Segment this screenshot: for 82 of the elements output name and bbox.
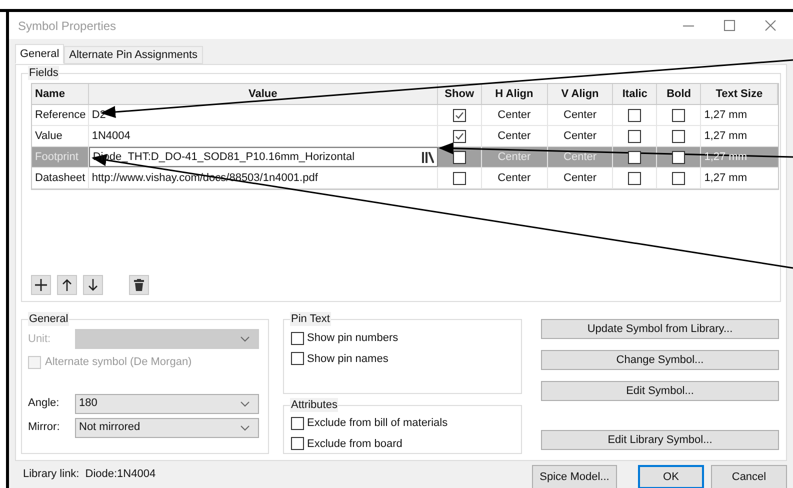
table-cell: Center xyxy=(482,105,548,125)
arrow-down-icon xyxy=(88,279,98,291)
column-header[interactable]: Bold xyxy=(657,84,702,104)
column-header[interactable]: V Align xyxy=(548,84,614,104)
action-button[interactable]: Change Symbol... xyxy=(541,350,779,370)
checkbox-label: Alternate symbol (De Morgan) xyxy=(45,355,192,370)
mirror-dropdown[interactable]: Not mirrored xyxy=(75,418,259,438)
table-cell: Center xyxy=(482,168,548,188)
tab[interactable]: Alternate Pin Assignments xyxy=(64,46,203,64)
checkbox-label: Show pin names xyxy=(307,352,388,366)
checkbox[interactable] xyxy=(628,150,642,164)
table-cell-text: 1,27 mm xyxy=(703,129,748,144)
table-cell: Center xyxy=(548,147,614,167)
table-cell: Center xyxy=(482,147,548,167)
checkbox[interactable] xyxy=(452,150,466,164)
minimize-icon[interactable] xyxy=(683,24,694,26)
group-title: Attributes xyxy=(290,398,338,412)
delete-button[interactable] xyxy=(129,275,149,295)
dialog-button[interactable]: Cancel xyxy=(711,465,787,488)
add-button[interactable] xyxy=(31,275,51,295)
column-header[interactable]: Show xyxy=(438,84,482,104)
table-cell: Value xyxy=(32,126,89,146)
table-cell: Footprint xyxy=(32,147,89,167)
trash-icon xyxy=(134,279,144,291)
checkbox[interactable] xyxy=(452,108,466,122)
library-icon[interactable] xyxy=(422,152,434,162)
checkbox[interactable] xyxy=(452,172,466,184)
move-up-button[interactable] xyxy=(57,275,77,295)
library-link-label: Library link: xyxy=(23,467,80,482)
plus-icon xyxy=(35,279,47,291)
table-cell: D2 xyxy=(88,105,438,125)
tab[interactable]: General xyxy=(15,44,64,64)
checkbox[interactable] xyxy=(672,172,686,184)
checkbox[interactable] xyxy=(291,352,304,366)
table-cell: Center xyxy=(548,168,614,188)
mirror-label: Mirror: xyxy=(28,420,61,436)
checkbox[interactable] xyxy=(672,108,686,122)
checkbox[interactable] xyxy=(291,332,304,345)
move-down-button[interactable] xyxy=(83,275,103,295)
checkbox-label: Show pin numbers xyxy=(307,331,398,346)
group-title: General xyxy=(28,312,70,326)
column-header[interactable]: Name xyxy=(32,84,89,104)
checkbox[interactable] xyxy=(628,108,642,122)
chevron-down-icon xyxy=(240,424,250,430)
checkbox[interactable] xyxy=(452,130,466,142)
table-cell: Reference xyxy=(32,105,89,125)
checkbox[interactable] xyxy=(291,416,304,430)
checkbox[interactable] xyxy=(672,130,686,142)
dialog-button[interactable]: Spice Model... xyxy=(532,465,617,488)
group-title: Fields xyxy=(28,66,60,80)
action-button[interactable]: Edit Symbol... xyxy=(541,381,779,401)
table-cell-text: 1,27 mm xyxy=(703,108,748,123)
dialog-button[interactable]: OK xyxy=(638,465,704,488)
column-header[interactable]: Italic xyxy=(613,84,658,104)
table-cell-text: 1,27 mm xyxy=(703,171,748,186)
table-cell: Datasheet xyxy=(32,168,89,188)
checkbox[interactable] xyxy=(672,150,686,164)
library-link-value: Diode:1N4004 xyxy=(85,467,156,482)
action-button[interactable]: Update Symbol from Library... xyxy=(541,319,779,339)
unit-label: Unit: xyxy=(28,332,52,347)
angle-dropdown[interactable]: 180 xyxy=(75,394,259,414)
checkbox[interactable] xyxy=(628,172,642,184)
close-icon[interactable] xyxy=(765,20,776,31)
table-cell: Center xyxy=(548,105,614,125)
checkbox[interactable] xyxy=(628,130,642,142)
table-cell: Center xyxy=(482,126,548,146)
group-title: Pin Text xyxy=(290,312,331,326)
maximize-icon[interactable] xyxy=(724,20,735,31)
arrow-up-icon xyxy=(62,279,72,291)
window-title: Symbol Properties xyxy=(18,18,116,34)
edit-library-symbol-button[interactable]: Edit Library Symbol... xyxy=(541,430,779,450)
chevron-down-icon xyxy=(240,400,250,406)
chevron-down-icon xyxy=(240,336,250,342)
column-header[interactable]: H Align xyxy=(482,84,548,104)
table-cell: Center xyxy=(548,126,614,146)
checkbox-label: Exclude from bill of materials xyxy=(307,416,448,431)
column-header[interactable]: Text Size xyxy=(701,84,778,104)
checkbox[interactable] xyxy=(291,437,304,450)
column-header[interactable]: Value xyxy=(88,84,438,104)
checkbox-label: Exclude from board xyxy=(307,436,402,452)
angle-label: Angle: xyxy=(28,396,60,412)
table-cell: 1N4004 xyxy=(88,126,438,146)
